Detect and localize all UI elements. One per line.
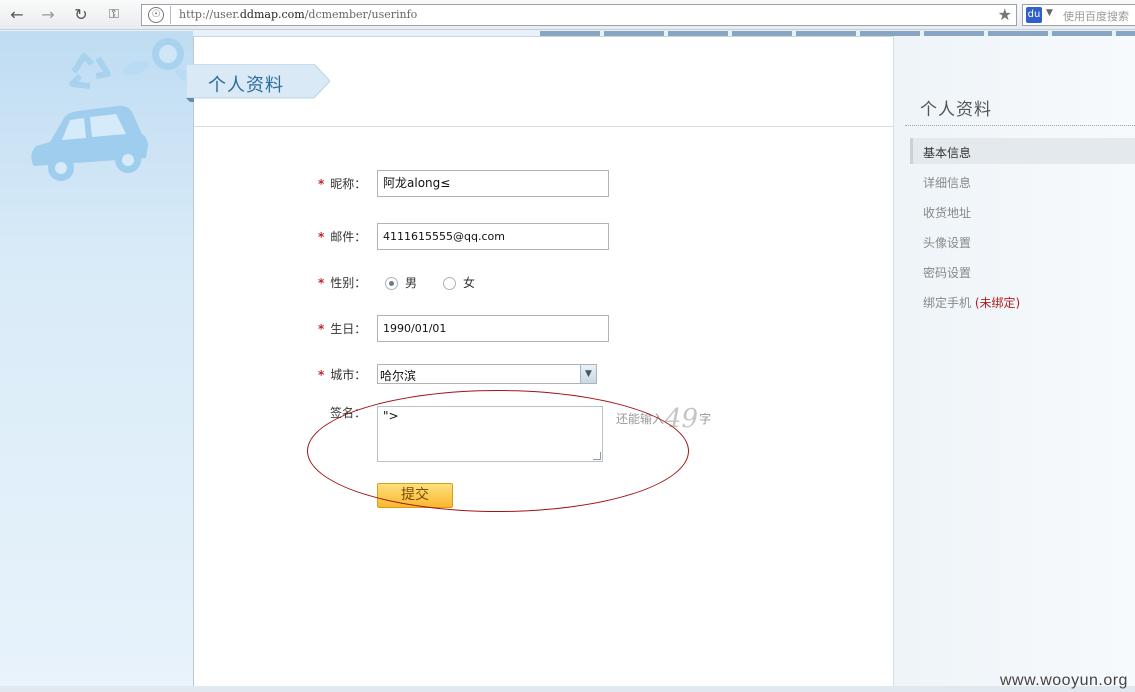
resize-grip-icon[interactable] xyxy=(593,452,601,460)
birthday-label: * 生日： xyxy=(318,322,367,336)
reload-icon[interactable]: ↻ xyxy=(70,4,92,26)
address-bar[interactable]: ☉ http://user.ddmap.com/dcmember/userinf… xyxy=(141,4,1017,26)
baidu-paw-icon: du xyxy=(1026,7,1042,23)
right-panel xyxy=(893,36,1135,686)
city-value: 哈尔滨 xyxy=(380,369,417,383)
signature-value: "> xyxy=(383,409,399,423)
chevron-down-icon[interactable]: ▼ xyxy=(1046,8,1053,18)
address-separator xyxy=(170,6,171,24)
recycle-decor-icon xyxy=(69,53,111,89)
globe-icon: ☉ xyxy=(148,7,164,23)
gender-male-label: 男 xyxy=(405,276,418,290)
search-box[interactable]: du ▼ 使用百度搜索 xyxy=(1022,4,1135,26)
sidebar-item-detail-info[interactable]: 详细信息 xyxy=(923,174,971,191)
sidebar-item-bind-phone[interactable]: 绑定手机 (未绑定) xyxy=(923,294,1020,311)
bottom-strip xyxy=(0,686,1135,692)
nickname-label: * 昵称： xyxy=(318,177,367,191)
gender-female-radio[interactable] xyxy=(443,277,456,290)
submit-button[interactable]: 提交 xyxy=(377,483,453,508)
gender-female-label: 女 xyxy=(463,276,476,290)
sidebar-divider xyxy=(905,125,1135,126)
email-input[interactable]: 4111615555@qq.com xyxy=(377,223,609,250)
gender-male-radio[interactable] xyxy=(385,277,398,290)
browser-toolbar: ← → ↻ ⚿ ☉ http://user.ddmap.com/dcmember… xyxy=(0,0,1135,30)
bookmark-star-icon[interactable]: ★ xyxy=(998,5,1012,25)
phone-status: (未绑定) xyxy=(974,296,1021,310)
forward-icon[interactable]: → xyxy=(37,4,59,26)
sidebar-title: 个人资料 xyxy=(920,100,992,120)
key-icon[interactable]: ⚿ xyxy=(103,4,125,26)
watermark: www.wooyun.org xyxy=(1000,672,1128,689)
nickname-input[interactable]: 阿龙along≤ xyxy=(377,170,609,197)
email-label: * 邮件： xyxy=(318,230,367,244)
city-select[interactable]: 哈尔滨 ▼ xyxy=(377,364,597,384)
signature-label: 签名： xyxy=(330,406,367,420)
sidebar-item-password-settings[interactable]: 密码设置 xyxy=(923,264,971,281)
page-title: 个人资料 xyxy=(208,75,284,96)
gender-label: * 性别： xyxy=(318,276,367,290)
sidebar-item-shipping-address[interactable]: 收货地址 xyxy=(923,204,971,221)
sidebar-item-basic-info[interactable]: 基本信息 xyxy=(923,144,971,161)
url-text: http://user.ddmap.com/dcmember/userinfo xyxy=(179,8,418,21)
main-content xyxy=(193,36,894,686)
sidebar-item-avatar-settings[interactable]: 头像设置 xyxy=(923,234,971,251)
car-decor-icon xyxy=(31,105,148,181)
signature-textarea[interactable]: "> xyxy=(377,406,603,462)
page-title-tab: 个人资料 xyxy=(186,64,330,102)
char-counter: 还能输入49字 xyxy=(616,404,712,434)
chevron-down-icon[interactable]: ▼ xyxy=(580,365,596,383)
search-placeholder: 使用百度搜索 xyxy=(1063,10,1129,23)
city-label: * 城市： xyxy=(318,368,367,382)
back-icon[interactable]: ← xyxy=(6,4,28,26)
birthday-input[interactable]: 1990/01/01 xyxy=(377,315,609,342)
header-divider xyxy=(194,126,894,127)
